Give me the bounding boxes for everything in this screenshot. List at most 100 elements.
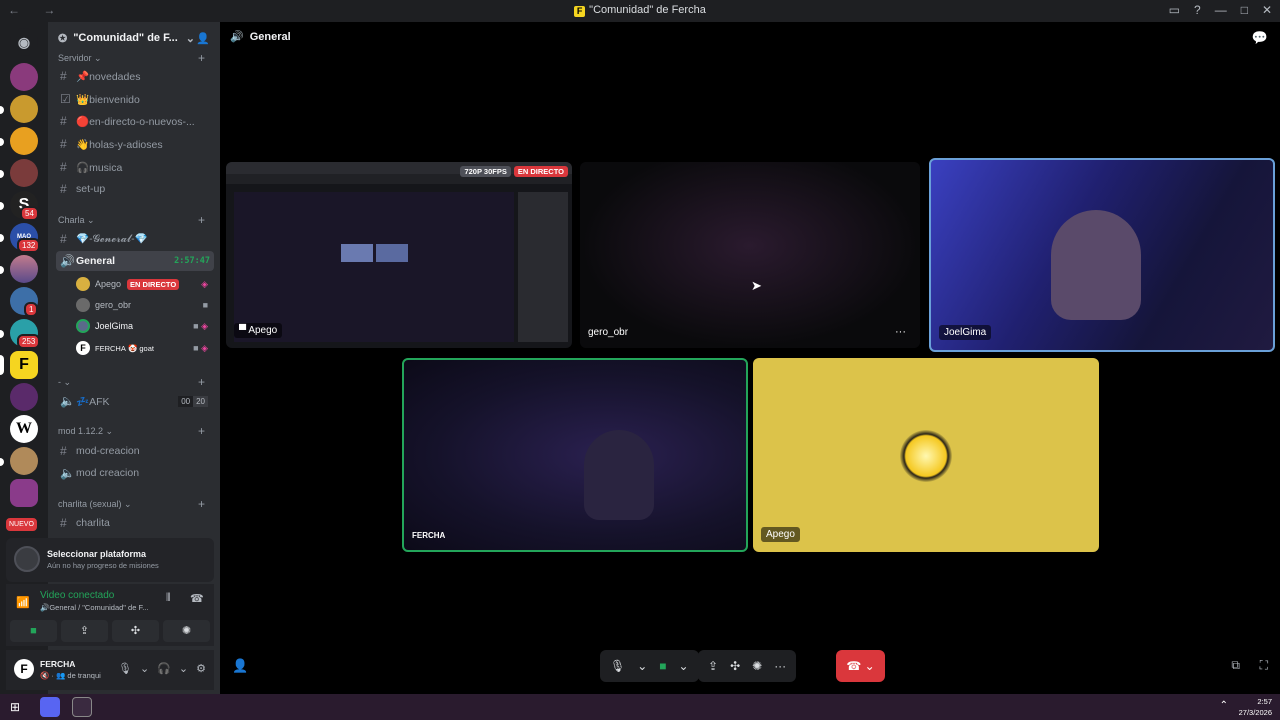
share-group: ⇪ ✣ ✺ ··· — [698, 650, 797, 682]
disconnect-icon[interactable]: ☎ — [190, 592, 204, 605]
chat-bubble-icon[interactable]: 💬 — [1252, 30, 1268, 46]
stream-thumb — [376, 244, 408, 262]
windows-start-icon[interactable]: ⊞ — [10, 700, 20, 714]
soundboard-icon[interactable]: ✺ — [752, 659, 762, 673]
server-icon-fercha[interactable]: F — [10, 351, 38, 379]
unread-pip — [0, 458, 4, 466]
discord-home-icon[interactable]: ◉ — [10, 28, 38, 56]
video-tile-joelgima[interactable]: JoelGima — [929, 158, 1275, 352]
activities-icon[interactable]: ✣ — [730, 659, 740, 673]
more-options-icon[interactable]: ··· — [895, 326, 906, 338]
channel-label: 🎧musica — [76, 161, 123, 174]
soundboard-button[interactable]: ✺ — [163, 620, 210, 642]
selected-pip — [0, 355, 4, 375]
channel-mod-creacion-voice[interactable]: 🔈 mod creacion — [56, 463, 214, 483]
app-taskbar-icon[interactable] — [72, 697, 92, 717]
inbox-icon[interactable]: ▭ — [1169, 3, 1180, 17]
headphones-icon[interactable]: 🎧 — [157, 662, 171, 675]
server-icon-4[interactable] — [10, 159, 38, 187]
channel-label: 💎-𝓖𝓮𝓷𝓮𝓻𝓪𝓵-💎 — [76, 233, 148, 245]
speaker-icon: 🔈 — [60, 394, 75, 408]
invite-icon[interactable]: 👤 — [196, 32, 210, 45]
quest-panel[interactable]: Seleccionar plataforma Aún no hay progre… — [6, 538, 214, 582]
channel-general-voice[interactable]: 🔊 General 2:57:47 — [56, 251, 214, 271]
add-channel-icon[interactable]: + — [198, 213, 205, 227]
stream-tags: 720P 30FPS EN DIRECTO — [460, 166, 568, 177]
chevron-down-icon[interactable]: ⌄ — [637, 659, 647, 673]
signal-icon[interactable]: 📶 — [16, 596, 30, 609]
tray-chevron-icon[interactable]: ⌃ — [1220, 700, 1228, 711]
channel-holas[interactable]: # 👋holas-y-adioses — [56, 134, 214, 154]
category-dash[interactable]: - ⌄ + — [58, 375, 205, 389]
stream-tile-apego[interactable]: 720P 30FPS EN DIRECTO ▀ Apego — [226, 162, 572, 348]
microphone-icon[interactable]: 🎙 — [610, 659, 625, 673]
more-icon[interactable]: ··· — [774, 659, 786, 673]
screenshare-button[interactable]: ⇪ — [61, 620, 108, 642]
channel-musica[interactable]: # 🎧musica — [56, 157, 214, 177]
add-channel-icon[interactable]: + — [198, 51, 205, 65]
help-icon[interactable]: ? — [1194, 3, 1201, 17]
stream-sidebar — [518, 192, 568, 342]
activity-icon: ◈ — [201, 278, 208, 289]
category-charlita[interactable]: charlita (sexual) ⌄ + — [58, 497, 205, 511]
category-charla[interactable]: Charla ⌄ + — [58, 213, 205, 227]
popout-icon[interactable]: ⧉ — [1231, 658, 1240, 673]
video-tile-gero[interactable]: gero_obr ··· ➤ — [580, 162, 920, 348]
channel-label: set-up — [76, 183, 106, 195]
noise-suppression-icon[interactable]: ⫴ — [166, 592, 171, 605]
voice-user-joelgima[interactable]: JoelGima ■ ◈ — [76, 316, 214, 336]
guild-header[interactable]: ✪ "Comunidad" de F... ⌄ 👤 — [48, 22, 220, 54]
chevron-down-icon[interactable]: ⌄ — [679, 659, 689, 673]
add-channel-icon[interactable]: + — [198, 375, 205, 389]
disconnect-button[interactable]: ☎ ⌄ — [836, 650, 885, 682]
maximize-button[interactable]: □ — [1241, 3, 1248, 17]
category-mod[interactable]: mod 1.12.2 ⌄ + — [58, 424, 205, 438]
avatar-tile-apego[interactable]: Apego — [753, 358, 1099, 552]
channel-novedades[interactable]: # 📌novedades — [56, 66, 214, 86]
server-icon-wiki[interactable]: W — [10, 415, 38, 443]
system-clock[interactable]: 2:57 27/3/2026 — [1239, 696, 1272, 718]
stream-thumb — [341, 244, 373, 262]
server-icon-7[interactable] — [10, 255, 38, 283]
add-channel-icon[interactable]: + — [198, 424, 205, 438]
channel-afk[interactable]: 🔈 💤AFK 00 20 — [56, 391, 214, 411]
voice-user-apego[interactable]: Apego EN DIRECTO ◈ — [76, 274, 214, 294]
user-name[interactable]: FERCHA — [40, 659, 75, 669]
activities-button[interactable]: ✣ — [112, 620, 159, 642]
camera-button[interactable]: ■ — [10, 620, 57, 642]
chevron-down-icon[interactable]: ⌄ — [179, 662, 188, 675]
fullscreen-icon[interactable]: ⛶ — [1260, 658, 1268, 673]
category-label: Servidor — [58, 53, 92, 63]
channel-charlita[interactable]: # charlita — [56, 513, 214, 533]
discord-taskbar-icon[interactable] — [40, 697, 60, 717]
channel-en-directo[interactable]: # 🔴en-directo-o-nuevos-... — [56, 111, 214, 131]
microphone-icon[interactable]: 🎙 — [118, 662, 132, 675]
voice-user-gero[interactable]: gero_obr ■ — [76, 295, 214, 315]
server-icon-2[interactable] — [10, 95, 38, 123]
server-icon-12[interactable] — [10, 479, 38, 507]
category-servidor[interactable]: Servidor ⌄ + — [58, 51, 205, 65]
voice-status-text[interactable]: Video conectado — [40, 590, 114, 601]
avatar[interactable]: F — [14, 659, 34, 679]
channel-bienvenido[interactable]: ☑ 👑bienvenido — [56, 89, 214, 109]
voice-user-name: Apego — [95, 279, 122, 289]
server-icon-1[interactable] — [10, 63, 38, 91]
video-tile-fercha[interactable]: FERCHA — [402, 358, 748, 552]
minimize-button[interactable]: — — [1215, 3, 1227, 17]
server-icon-3[interactable] — [10, 127, 38, 155]
add-channel-icon[interactable]: + — [198, 497, 205, 511]
voice-user-fercha[interactable]: F FERCHA 🤡 goat ■ ◈ — [76, 338, 214, 358]
channel-setup[interactable]: # set-up — [56, 179, 214, 199]
settings-gear-icon[interactable]: ⚙ — [196, 662, 206, 675]
server-icon-10[interactable] — [10, 383, 38, 411]
channel-general-text[interactable]: # 💎-𝓖𝓮𝓷𝓮𝓻𝓪𝓵-💎 — [56, 229, 214, 249]
os-taskbar: ⊞ ⌃ 2:57 27/3/2026 — [0, 694, 1280, 720]
voice-channel-link[interactable]: 🔊General / "Comunidad" de F... — [40, 603, 160, 612]
close-button[interactable]: ✕ — [1262, 3, 1272, 17]
title-bar: ← → F "Comunidad" de Fercha ▭ ? — □ ✕ — [0, 0, 1280, 22]
channel-mod-creacion-text[interactable]: # mod-creacion — [56, 441, 214, 461]
server-icon-11[interactable] — [10, 447, 38, 475]
chevron-down-icon[interactable]: ⌄ — [140, 662, 149, 675]
screenshare-icon[interactable]: ⇪ — [708, 659, 718, 673]
camera-icon[interactable]: ■ — [659, 659, 666, 673]
